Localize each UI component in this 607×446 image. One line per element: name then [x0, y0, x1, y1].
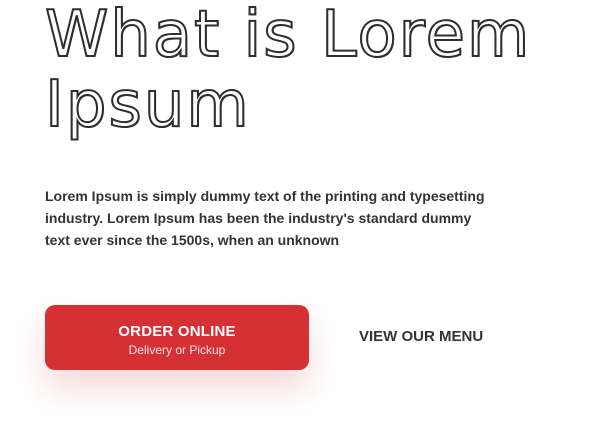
order-online-sublabel: Delivery or Pickup: [128, 343, 226, 357]
order-online-label: ORDER ONLINE: [118, 323, 236, 340]
order-online-button[interactable]: ORDER ONLINE Delivery or Pickup: [45, 305, 309, 370]
page-title: What is Lorem Ipsum: [44, 0, 532, 142]
view-menu-link[interactable]: VIEW OUR MENU: [359, 328, 483, 346]
hero-description: Lorem Ipsum is simply dummy text of the …: [45, 188, 485, 248]
